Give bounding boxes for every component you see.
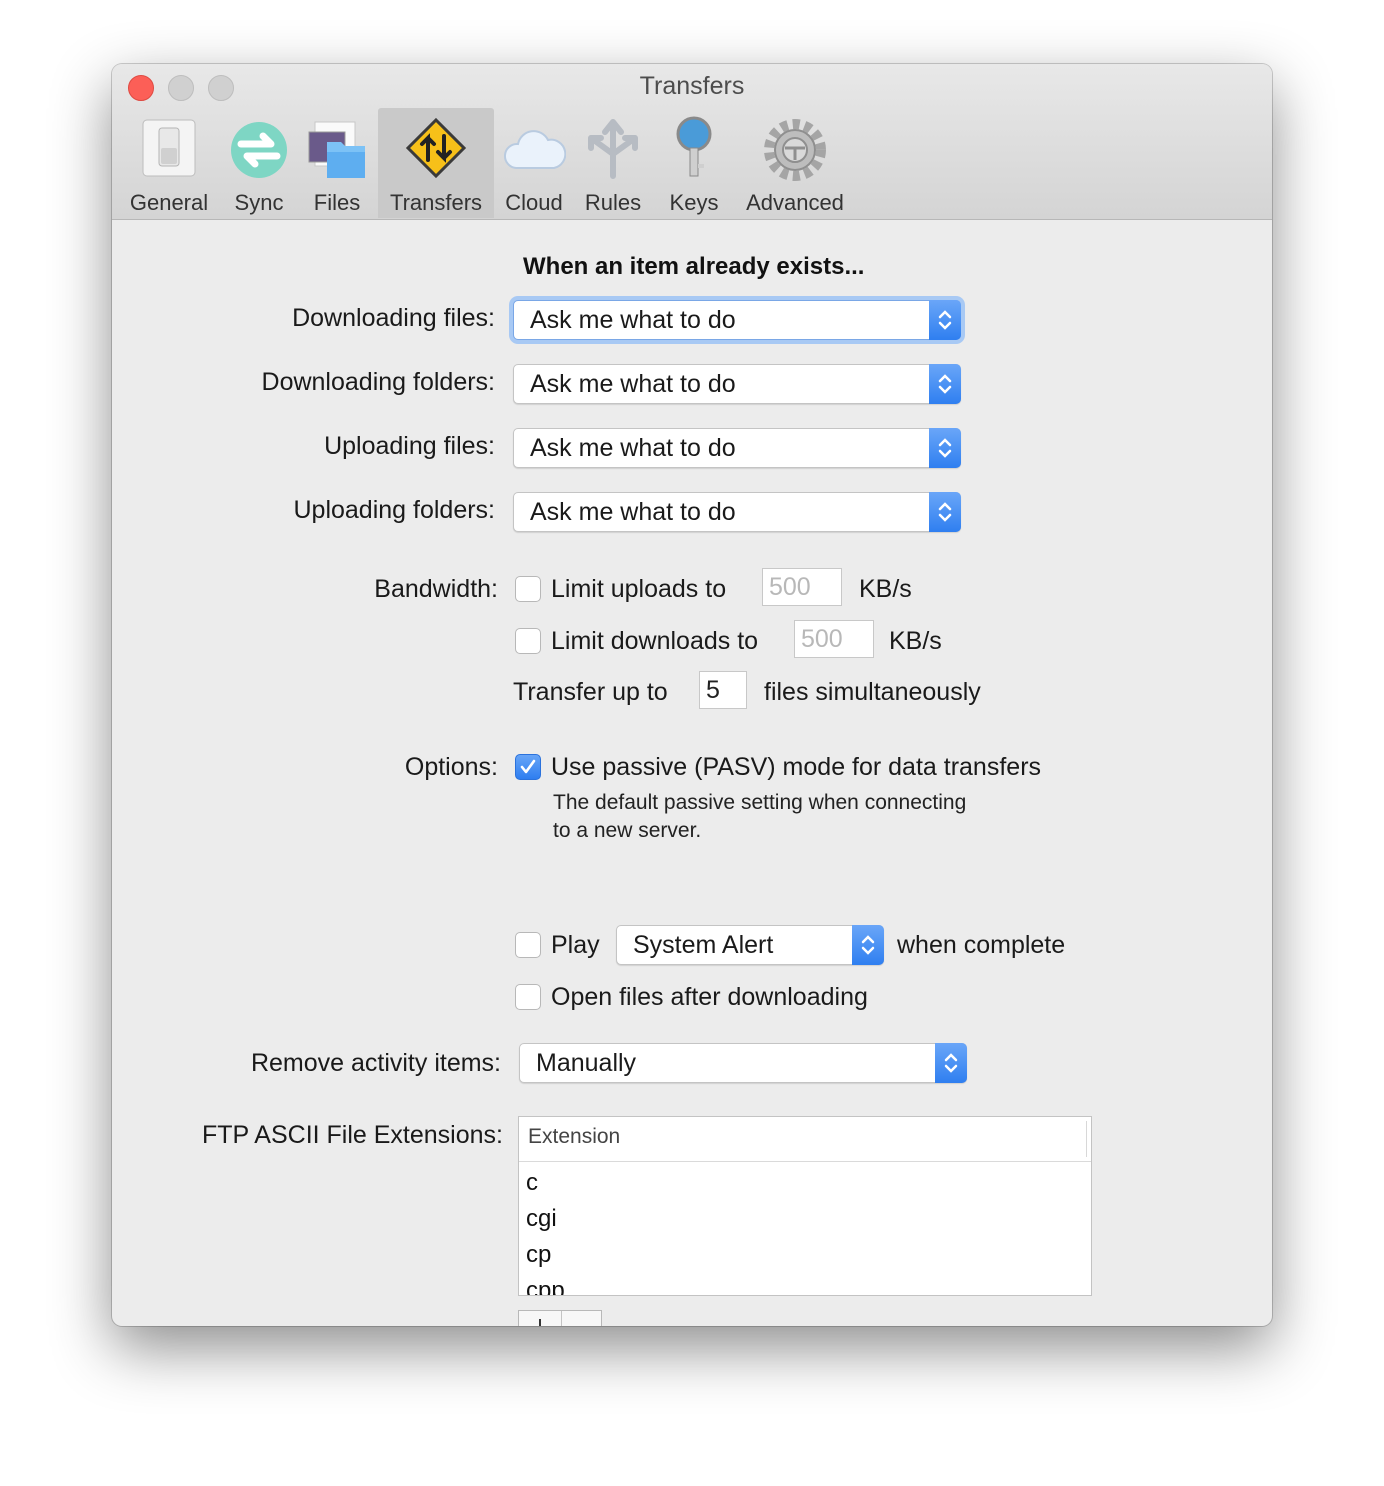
gear-icon <box>764 119 826 181</box>
remove-extension-button[interactable] <box>561 1311 601 1326</box>
open-files-label: Open files after downloading <box>551 983 868 1011</box>
sound-select[interactable]: System Alert <box>616 925 884 965</box>
cloud-icon <box>504 130 566 169</box>
passive-mode-label: Use passive (PASV) mode for data transfe… <box>551 753 1042 781</box>
downloading-files-label: Downloading files: <box>292 304 495 332</box>
limit-downloads-label: Limit downloads to <box>551 627 759 655</box>
select-arrows-icon <box>929 364 961 404</box>
uploading-files-select[interactable]: Ask me what to do <box>513 428 961 468</box>
passive-note-line1: The default passive setting when connect… <box>553 791 967 814</box>
select-value: Manually <box>536 1049 637 1077</box>
minus-icon <box>561 1311 601 1326</box>
tab-general[interactable]: General <box>126 108 212 218</box>
download-limit-field[interactable]: 500 <box>794 620 874 658</box>
tab-label: Keys <box>669 190 719 215</box>
tab-advanced[interactable]: Advanced <box>740 108 850 218</box>
table-row[interactable]: cgi <box>526 1205 557 1233</box>
uploading-files-label: Uploading files: <box>324 432 495 460</box>
tab-sync[interactable]: Sync <box>222 108 296 218</box>
limit-downloads-checkbox[interactable] <box>515 628 541 654</box>
table-row[interactable]: cp <box>526 1241 551 1269</box>
rules-icon <box>588 119 638 179</box>
select-value: Ask me what to do <box>530 370 736 398</box>
tab-label: Advanced <box>746 190 844 215</box>
transfer-suffix: files simultaneously <box>764 678 981 706</box>
select-arrows-icon <box>852 925 884 965</box>
tab-label: Sync <box>234 190 284 215</box>
column-divider <box>1086 1121 1087 1157</box>
options-label: Options: <box>404 753 498 781</box>
files-icon <box>308 121 365 178</box>
key-icon <box>676 116 712 177</box>
add-remove-control <box>518 1310 602 1326</box>
table-header[interactable]: Extension <box>519 1117 1091 1162</box>
tab-label: General <box>129 190 209 215</box>
select-arrows-icon <box>929 300 961 340</box>
remove-activity-select[interactable]: Manually <box>519 1043 967 1083</box>
select-arrows-icon <box>929 428 961 468</box>
preferences-content: When an item already exists... Downloadi… <box>112 220 1272 1326</box>
checkmark-icon <box>520 759 536 774</box>
table-row[interactable]: c <box>526 1169 538 1197</box>
window-title: Transfers <box>639 72 745 100</box>
select-value: Ask me what to do <box>530 434 736 462</box>
tab-label: Transfers <box>389 190 483 215</box>
tab-label: Rules <box>584 190 642 215</box>
transfers-icon <box>405 117 467 179</box>
play-label: Play <box>551 931 600 959</box>
tab-rules[interactable]: Rules <box>580 108 646 218</box>
play-suffix: when complete <box>897 931 1066 959</box>
extensions-table[interactable]: Extension c cgi cp cpp <box>518 1116 1092 1296</box>
transfer-prefix: Transfer up to <box>513 678 668 706</box>
tab-transfers[interactable]: Transfers <box>378 108 494 218</box>
tab-cloud[interactable]: Cloud <box>500 108 568 218</box>
table-row[interactable]: cpp <box>526 1277 565 1295</box>
tab-label: Files <box>313 190 361 215</box>
plus-icon <box>539 1319 541 1326</box>
passive-mode-checkbox[interactable] <box>515 754 541 780</box>
uploading-folders-label: Uploading folders: <box>293 496 495 524</box>
column-header-extension: Extension <box>528 1125 621 1148</box>
passive-note-line2: to a new server. <box>553 819 702 842</box>
toolbar: Transfers General Sync Files Transfers C… <box>112 64 1272 220</box>
downloading-folders-select[interactable]: Ask me what to do <box>513 364 961 404</box>
preferences-window: Transfers General Sync Files Transfers C… <box>112 64 1272 1326</box>
download-unit: KB/s <box>889 627 942 655</box>
tab-keys[interactable]: Keys <box>662 108 726 218</box>
uploading-folders-select[interactable]: Ask me what to do <box>513 492 961 532</box>
downloading-files-select[interactable]: Ask me what to do <box>513 300 961 340</box>
select-value: System Alert <box>633 931 774 959</box>
exists-heading: When an item already exists... <box>523 253 865 280</box>
upload-limit-field[interactable]: 500 <box>762 568 842 606</box>
select-value: Ask me what to do <box>530 498 736 526</box>
select-arrows-icon <box>935 1043 967 1083</box>
select-value: Ask me what to do <box>530 306 736 334</box>
add-extension-button[interactable] <box>519 1311 562 1326</box>
sync-icon <box>231 122 287 178</box>
play-sound-checkbox[interactable] <box>515 932 541 958</box>
open-files-checkbox[interactable] <box>515 984 541 1010</box>
downloading-folders-label: Downloading folders: <box>261 368 495 396</box>
limit-uploads-checkbox[interactable] <box>515 576 541 602</box>
switch-icon <box>142 119 196 177</box>
tab-files[interactable]: Files <box>302 108 372 218</box>
remove-activity-label: Remove activity items: <box>250 1049 501 1077</box>
limit-uploads-label: Limit uploads to <box>551 575 727 603</box>
bandwidth-label: Bandwidth: <box>374 575 498 603</box>
upload-unit: KB/s <box>859 575 912 603</box>
ascii-extensions-label: FTP ASCII File Extensions: <box>201 1121 503 1149</box>
simultaneous-transfers-field[interactable]: 5 <box>699 671 747 709</box>
tab-label: Cloud <box>505 190 563 215</box>
select-arrows-icon <box>929 492 961 532</box>
